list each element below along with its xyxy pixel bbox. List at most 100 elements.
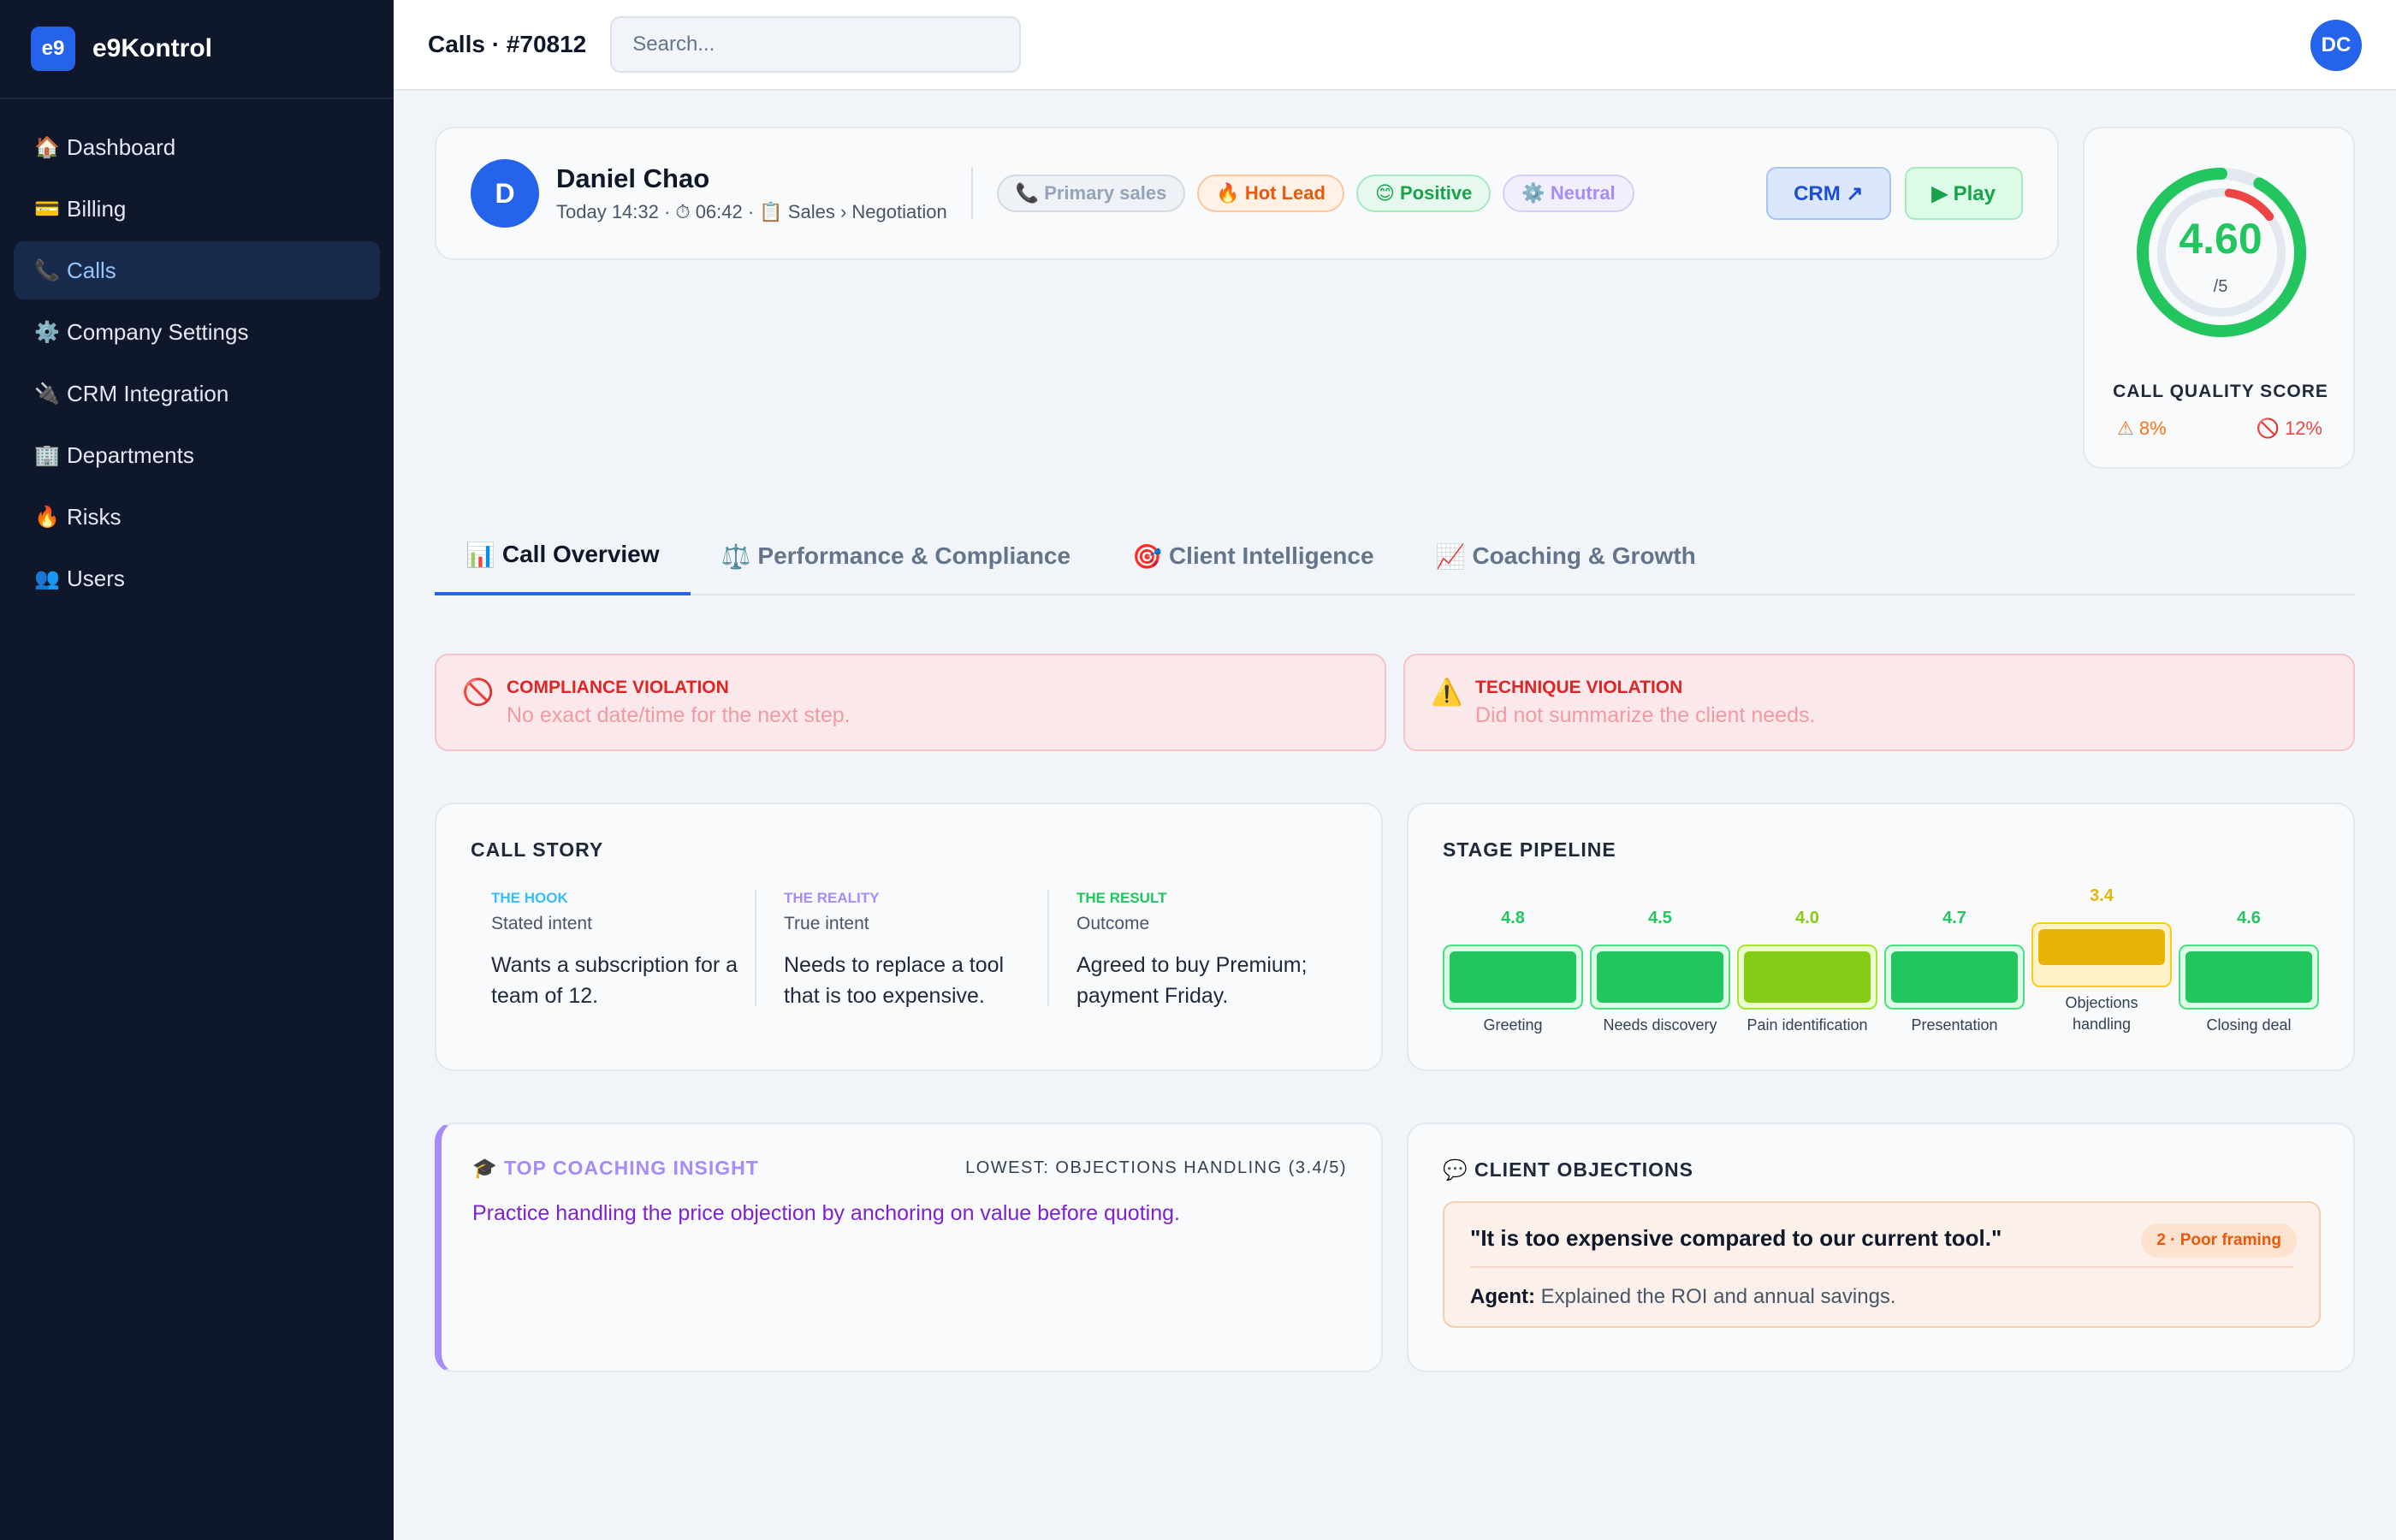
stage-label: Closing deal	[2206, 1016, 2292, 1034]
top-bar: Calls · #70812 DC	[394, 0, 2396, 91]
story-result: THE RESULT Outcome Agreed to buy Premium…	[1076, 890, 1342, 1008]
call-header-card: D Daniel Chao Today 14:32 · ⏱ 06:42 · 📋 …	[435, 127, 2059, 260]
trend-up-icon: 📈	[1435, 542, 1466, 570]
sidebar-item-departments[interactable]: 🏢 Departments	[14, 426, 380, 484]
sidebar-item-label: Risks	[67, 503, 122, 530]
stage-label: Greeting	[1483, 1016, 1543, 1034]
story-kicker: THE HOOK	[491, 890, 568, 906]
gear-icon: ⚙️	[34, 320, 60, 344]
tab-bar: 📊 Call Overview ⚖️ Performance & Complia…	[435, 517, 2355, 595]
agent-response-text: Explained the ROI and annual savings.	[1540, 1285, 1896, 1308]
agent-label: Agent:	[1470, 1285, 1535, 1308]
tag-hot-lead: 🔥 Hot Lead	[1197, 175, 1344, 212]
tab-client-intelligence[interactable]: 🎯 Client Intelligence	[1101, 517, 1404, 595]
objection-item[interactable]: "It is too expensive compared to our cur…	[1443, 1201, 2321, 1328]
stage-bar-fill	[1450, 951, 1576, 1003]
divider	[1470, 1266, 2293, 1268]
phone-icon: 📞	[34, 258, 60, 282]
building-icon: 🏢	[34, 443, 60, 467]
users-icon: 👥	[34, 566, 60, 590]
stage-bar-fill	[1891, 951, 2018, 1003]
page-title: Calls · #70812	[428, 31, 587, 57]
tag-neutral: ⚙️ Neutral	[1503, 175, 1634, 212]
brand-logo: e9	[31, 27, 75, 71]
objections-title: 💬 CLIENT OBJECTIONS	[1443, 1158, 1693, 1181]
stage-score: 3.4	[2090, 886, 2114, 905]
warning-icon: ⚠️	[1431, 678, 1463, 707]
stage-score: 4.7	[1942, 909, 1966, 927]
story-kicker: THE REALITY	[784, 890, 880, 906]
client-info: Daniel Chao Today 14:32 · ⏱ 06:42 · 📋 Sa…	[556, 163, 947, 223]
stage-bar-fill	[2185, 951, 2312, 1003]
violation-text: Did not summarize the client needs.	[1475, 703, 1816, 727]
story-subtitle: True intent	[784, 914, 869, 933]
credit-card-icon: 💳	[34, 197, 60, 221]
play-button[interactable]: ▶ Play	[1904, 167, 2023, 220]
coaching-title: 🎓 TOP COACHING INSIGHT	[472, 1157, 759, 1179]
story-subtitle: Outcome	[1076, 914, 1150, 933]
call-story-title: CALL STORY	[471, 838, 604, 861]
coaching-text: Practice handling the price objection by…	[472, 1201, 1180, 1225]
story-reality: THE REALITY True intent Needs to replace…	[784, 890, 1049, 1008]
story-hook: THE HOOK Stated intent Wants a subscript…	[491, 890, 756, 1008]
stage-bar	[1737, 945, 1877, 1010]
stage-label: Pain identification	[1747, 1016, 1868, 1034]
stage-label: Needs discovery	[1603, 1016, 1717, 1034]
search-input[interactable]	[610, 16, 1022, 73]
sidebar-item-crm-integration[interactable]: 🔌 CRM Integration	[14, 364, 380, 423]
call-meta: Today 14:32 · ⏱ 06:42 · 📋 Sales › Negoti…	[556, 201, 947, 222]
story-kicker: THE RESULT	[1076, 890, 1167, 906]
target-icon: 🎯	[1132, 542, 1162, 570]
client-objections-card: 💬 CLIENT OBJECTIONS "It is too expensive…	[1407, 1122, 2355, 1372]
client-avatar: D	[471, 159, 539, 228]
stage-score: 4.8	[1501, 909, 1525, 927]
sidebar-item-company-settings[interactable]: ⚙️ Company Settings	[14, 303, 380, 361]
story-subtitle: Stated intent	[491, 914, 592, 933]
sidebar-item-billing[interactable]: 💳 Billing	[14, 180, 380, 238]
prohibited-icon: 🚫	[462, 678, 495, 707]
compliance-violation-alert: 🚫 COMPLIANCE VIOLATION No exact date/tim…	[435, 654, 1386, 751]
sidebar-item-label: Calls	[67, 257, 116, 283]
tab-label: Coaching & Growth	[1472, 542, 1696, 569]
divider	[970, 167, 973, 220]
story-body: Agreed to buy Premium; payment Friday.	[1076, 953, 1308, 1008]
tab-label: Performance & Compliance	[757, 542, 1071, 569]
tab-coaching-growth[interactable]: 📈 Coaching & Growth	[1405, 517, 1727, 595]
sidebar-item-label: Company Settings	[67, 318, 249, 345]
sidebar: e9 e9Kontrol 🏠 Dashboard 💳 Billing 📞 Cal…	[0, 0, 394, 1540]
gauge-risk-arc	[2224, 188, 2274, 222]
sidebar-item-label: Dashboard	[67, 133, 176, 160]
crm-button[interactable]: CRM ↗	[1766, 167, 1891, 220]
sidebar-item-risks[interactable]: 🔥 Risks	[14, 488, 380, 546]
sidebar-item-calls[interactable]: 📞 Calls	[14, 241, 380, 299]
brand-name: e9Kontrol	[92, 34, 213, 62]
stage-bar	[1443, 945, 1583, 1010]
user-avatar[interactable]: DC	[2310, 20, 2362, 71]
stage-pipeline-title: STAGE PIPELINE	[1443, 838, 1616, 861]
stage-label: Presentation	[1911, 1016, 1998, 1034]
tab-performance-compliance[interactable]: ⚖️ Performance & Compliance	[691, 517, 1102, 595]
tag-primary-sales: 📞 Primary sales	[996, 175, 1186, 212]
stage-bar	[2179, 945, 2319, 1010]
brand[interactable]: e9 e9Kontrol	[0, 0, 394, 99]
warning-rate: ⚠ 8%	[2117, 418, 2167, 439]
call-quality-score-card: 4.60 /5 CALL QUALITY SCORE ⚠ 8% 🚫 12%	[2083, 127, 2355, 469]
bar-chart-icon: 📊	[466, 541, 495, 568]
stage-bar	[2031, 922, 2172, 987]
violation-title: TECHNIQUE VIOLATION	[1475, 678, 1683, 697]
story-body: Wants a subscription for a team of 12.	[491, 953, 738, 1008]
violation-title: COMPLIANCE VIOLATION	[507, 678, 729, 697]
agent-response: Agent: Explained the ROI and annual savi…	[1470, 1285, 1896, 1309]
violation-rate: 🚫 12%	[2256, 418, 2322, 439]
tab-call-overview[interactable]: 📊 Call Overview	[435, 517, 691, 595]
stage-pipeline-card: STAGE PIPELINE 4.8 Greeting 4.5 Needs disco…	[1407, 803, 2355, 1071]
sidebar-item-label: Billing	[67, 195, 127, 222]
score-max: /5	[2213, 277, 2228, 296]
lowest-stage-label: LOWEST: OBJECTIONS HANDLING (3.4/5)	[965, 1158, 1347, 1177]
violation-text: No exact date/time for the next step.	[507, 703, 851, 727]
sidebar-item-label: CRM Integration	[67, 380, 229, 406]
tag-sentiment-positive: 😊 Positive	[1355, 175, 1492, 212]
sidebar-item-users[interactable]: 👥 Users	[14, 549, 380, 607]
objection-quote: "It is too expensive compared to our cur…	[1470, 1225, 2002, 1251]
sidebar-item-dashboard[interactable]: 🏠 Dashboard	[14, 118, 380, 176]
